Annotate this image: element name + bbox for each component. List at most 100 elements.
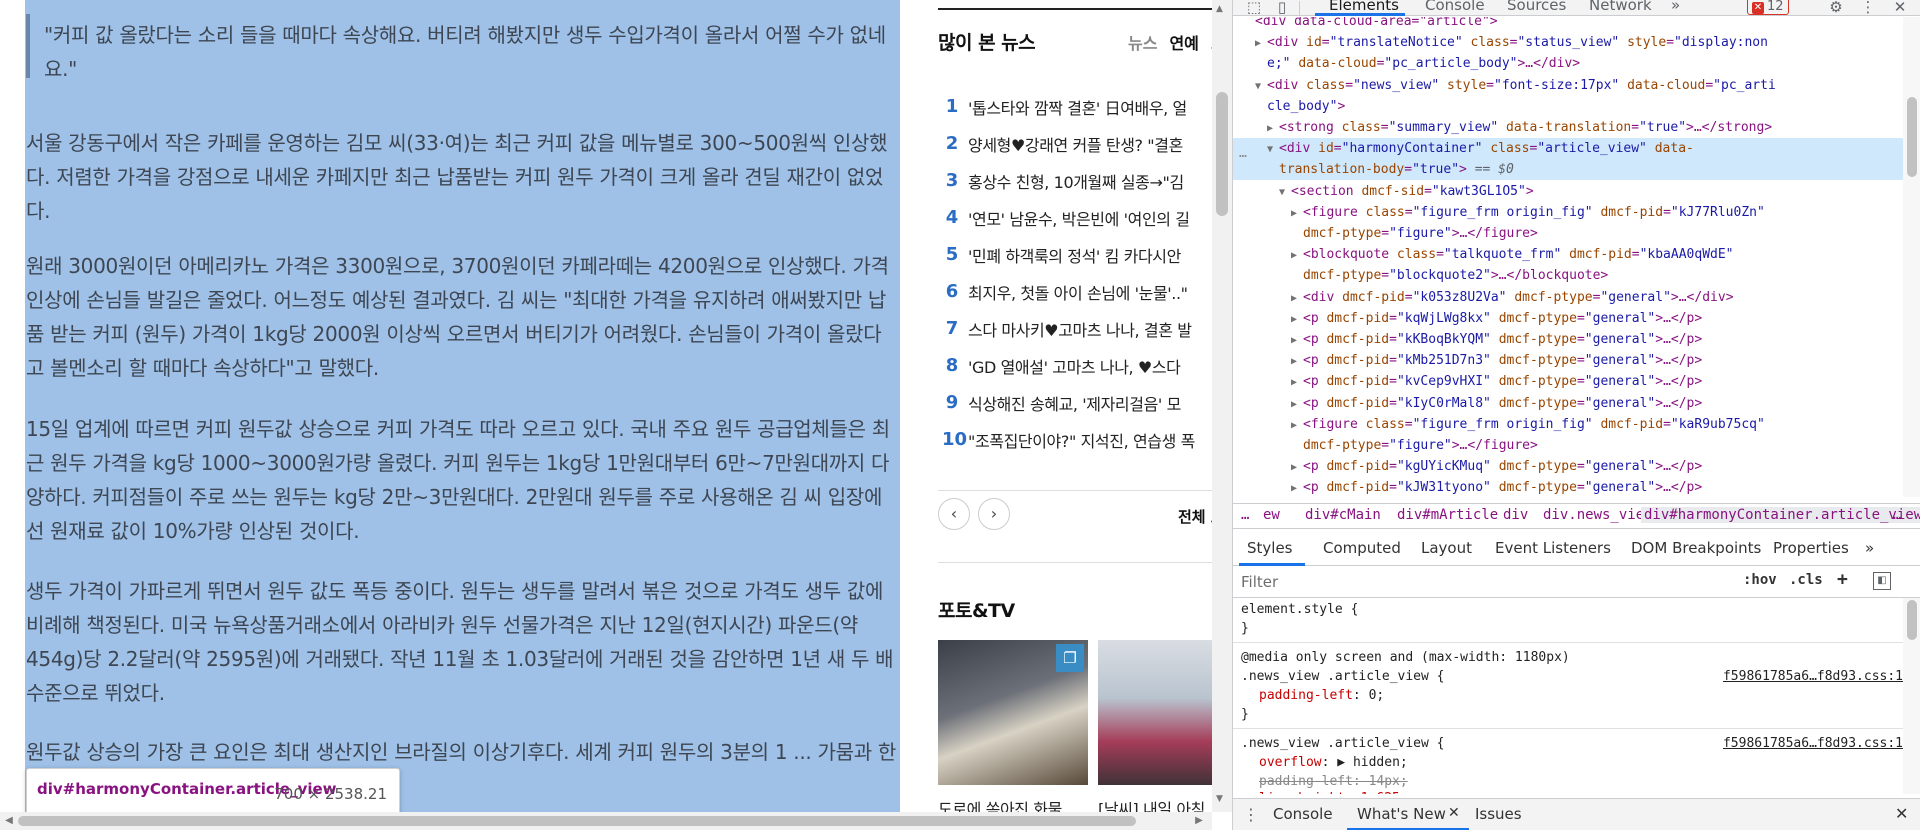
- dom-node-markup[interactable]: dmcf-ptype="blockquote2">…</blockquote>: [1303, 268, 1608, 283]
- class-toggle-button[interactable]: .cls: [1789, 572, 1823, 588]
- css-value[interactable]: hidden;: [1353, 755, 1408, 770]
- collapse-triangle-icon[interactable]: ▼: [1267, 139, 1279, 160]
- settings-gear-icon[interactable]: ⚙: [1825, 0, 1847, 16]
- page-horizontal-scrollbar[interactable]: ◀ ▶: [0, 812, 1212, 830]
- dom-node-markup[interactable]: <p dmcf-pid="kKBoqBkYQM" dmcf-ptype="gen…: [1303, 332, 1702, 347]
- scrollbar-thumb[interactable]: [1907, 97, 1917, 177]
- popular-news-item[interactable]: 2 양세형♥강래연 커플 탄생? "결혼: [938, 125, 1212, 162]
- breadcrumb-item-active[interactable]: div#harmonyContainer.article_view: [1641, 507, 1920, 523]
- expand-triangle-icon[interactable]: ▶: [1291, 309, 1303, 330]
- expand-triangle-icon[interactable]: ▶: [1291, 203, 1303, 224]
- popular-news-item[interactable]: 8 'GD 열애설' 고마츠 나나, ♥스다: [938, 347, 1212, 384]
- device-toolbar-icon[interactable]: ▯: [1271, 0, 1293, 16]
- scroll-up-arrow-icon[interactable]: ▲: [1216, 4, 1223, 14]
- dom-node-markup[interactable]: <div id="harmonyContainer" class="articl…: [1279, 141, 1694, 156]
- dom-node-markup[interactable]: <blockquote class="talkquote_frm" dmcf-p…: [1303, 247, 1734, 262]
- page-vertical-scrollbar[interactable]: ▲ ▼: [1212, 0, 1232, 812]
- breadcrumb-item[interactable]: div.news_view: [1543, 507, 1653, 523]
- drawer-tab-whats-new[interactable]: What's New: [1357, 805, 1446, 823]
- popular-news-headline[interactable]: 식상해진 송혜교, '제자리걸음' 모: [968, 391, 1181, 415]
- dom-node[interactable]: ▶ <strong class="summary_view" data-trans…: [1233, 117, 1903, 138]
- popular-news-item[interactable]: 9 식상해진 송혜교, '제자리걸음' 모: [938, 384, 1212, 421]
- dom-node-ellipsis[interactable]: …: [1239, 146, 1247, 161]
- tab-styles[interactable]: Styles: [1247, 539, 1293, 557]
- tab-news[interactable]: 뉴스: [1128, 30, 1157, 54]
- tab-sources[interactable]: Sources: [1507, 0, 1566, 14]
- popular-news-item[interactable]: 7 스다 마사키♥고마츠 나나, 결혼 발: [938, 310, 1212, 347]
- pager-prev-button[interactable]: ‹: [938, 498, 970, 530]
- more-subtabs-icon[interactable]: »: [1865, 539, 1874, 557]
- dom-node[interactable]: ▶ <p dmcf-pid="kKBoqBkYQM" dmcf-ptype="ge…: [1233, 329, 1903, 350]
- css-value[interactable]: 0;: [1369, 688, 1385, 703]
- breadcrumb-item[interactable]: div#cMain: [1305, 507, 1381, 523]
- breadcrumb-overflow[interactable]: …: [1241, 507, 1249, 523]
- pager-next-button[interactable]: ›: [978, 498, 1010, 530]
- dom-node-markup[interactable]: translation-body="true"> == $0: [1279, 162, 1514, 177]
- stylesheet-source-link[interactable]: f59861785a6…f8d93.css:1: [1723, 667, 1903, 686]
- error-count-badge[interactable]: ✕ 12: [1747, 0, 1789, 15]
- expand-triangle-icon[interactable]: ▶: [1291, 394, 1303, 415]
- breadcrumb-item[interactable]: div#mArticle: [1397, 507, 1498, 523]
- close-drawer-icon[interactable]: ✕: [1895, 804, 1908, 823]
- dom-tree-scrollbar[interactable]: [1903, 17, 1920, 497]
- dom-node-markup[interactable]: <p dmcf-pid="kMb251D7n3" dmcf-ptype="gen…: [1303, 353, 1702, 368]
- css-declaration[interactable]: padding-left: 0;: [1259, 686, 1384, 705]
- dom-node-markup[interactable]: <div data-cloud-area="article">: [1255, 17, 1498, 29]
- dom-node[interactable]: ▶ <p dmcf-pid="kJW31tyono" dmcf-ptype="ge…: [1233, 477, 1903, 497]
- dom-node-markup[interactable]: <p dmcf-pid="kgUYicKMuq" dmcf-ptype="gen…: [1303, 459, 1702, 474]
- expand-triangle-icon[interactable]: ▶: [1291, 457, 1303, 478]
- photo-thumbnail[interactable]: ❐: [938, 640, 1088, 785]
- popular-news-headline[interactable]: 양세형♥강래연 커플 탄생? "결혼: [968, 132, 1183, 156]
- styles-pane-scrollbar[interactable]: [1903, 598, 1920, 794]
- dom-node[interactable]: <div data-cloud-area="article">: [1233, 17, 1903, 32]
- popular-news-headline[interactable]: '톱스타와 깜짝 결혼' 日여배우, 얼: [968, 95, 1187, 119]
- popular-news-item[interactable]: 10 "조폭집단이야?" 지석진, 연습생 폭: [938, 421, 1212, 458]
- dom-node-markup[interactable]: <div id="translateNotice" class="status_…: [1267, 35, 1768, 50]
- tab-dom-breakpoints[interactable]: DOM Breakpoints: [1631, 539, 1761, 557]
- collapse-triangle-icon[interactable]: ▼: [1279, 182, 1291, 203]
- rule-selector[interactable]: .news_view .article_view {: [1241, 734, 1445, 753]
- drawer-tab-console[interactable]: Console: [1273, 805, 1333, 823]
- dom-node-markup[interactable]: cle_body">: [1267, 99, 1345, 114]
- popular-news-headline[interactable]: "조폭집단이야?" 지석진, 연습생 폭: [968, 428, 1195, 452]
- tab-elements[interactable]: Elements: [1329, 0, 1399, 14]
- dom-node[interactable]: cle_body">: [1233, 96, 1903, 117]
- css-property[interactable]: overflow: [1259, 755, 1322, 770]
- expand-triangle-icon[interactable]: ▶: [1255, 33, 1267, 54]
- popular-news-headline[interactable]: 홍상수 친형, 10개월째 실종→"김: [968, 169, 1184, 193]
- dom-node[interactable]: ▶ <figure class="figure_frm origin_fig" d…: [1233, 414, 1903, 435]
- expand-arrow-icon[interactable]: ▶: [1337, 755, 1353, 770]
- toggle-computed-sidebar-icon[interactable]: ◧: [1873, 572, 1891, 590]
- popular-news-item[interactable]: 6 최지우, 첫돌 아이 손님에 '눈물'..": [938, 273, 1212, 310]
- scrollbar-thumb[interactable]: [1907, 600, 1917, 640]
- scrollbar-thumb[interactable]: [1216, 92, 1228, 216]
- photo-caption[interactable]: 도로에 쏟아진 화물: [938, 796, 1062, 812]
- hover-state-button[interactable]: :hov: [1743, 572, 1777, 588]
- expand-triangle-icon[interactable]: ▶: [1291, 330, 1303, 351]
- dom-node-markup[interactable]: <p dmcf-pid="kvCep9vHXI" dmcf-ptype="gen…: [1303, 374, 1702, 389]
- breadcrumb-item[interactable]: div: [1503, 507, 1528, 523]
- dom-node-markup[interactable]: <div dmcf-pid="k053z8U2Va" dmcf-ptype="g…: [1303, 290, 1734, 305]
- drawer-tab-issues[interactable]: Issues: [1475, 805, 1522, 823]
- dom-node-markup[interactable]: <div class="news_view" style="font-size:…: [1267, 78, 1776, 93]
- dom-node-markup[interactable]: dmcf-ptype="figure">…</figure>: [1303, 438, 1538, 453]
- dom-node-markup[interactable]: dmcf-ptype="figure">…</figure>: [1303, 226, 1538, 241]
- dom-node-selected[interactable]: ▼ <div id="harmonyContainer" class="artic…: [1233, 138, 1903, 160]
- dom-node-markup[interactable]: <p dmcf-pid="kJW31tyono" dmcf-ptype="gen…: [1303, 480, 1702, 495]
- popular-news-headline[interactable]: '민폐 하객룩의 정석' 킴 카다시안: [968, 243, 1181, 267]
- dom-node[interactable]: ▼ <div class="news_view" style="font-size…: [1233, 75, 1903, 96]
- dom-node[interactable]: dmcf-ptype="figure">…</figure>: [1233, 435, 1903, 456]
- popular-news-headline[interactable]: 스다 마사키♥고마츠 나나, 결혼 발: [968, 317, 1192, 341]
- dom-node-markup[interactable]: <figure class="figure_frm origin_fig" dm…: [1303, 417, 1765, 432]
- dom-node-markup[interactable]: <strong class="summary_view" data-transl…: [1279, 120, 1772, 135]
- photo-caption[interactable]: [날씨] 내일 아침: [1098, 796, 1205, 812]
- element-style-rule[interactable]: element.style {: [1241, 600, 1358, 619]
- dom-node[interactable]: ▶ <p dmcf-pid="kvCep9vHXI" dmcf-ptype="ge…: [1233, 371, 1903, 392]
- dom-node-markup[interactable]: e;" data-cloud="pc_article_body">…</div>: [1267, 56, 1580, 71]
- dom-node-markup[interactable]: <p dmcf-pid="kIyC0rMal8" dmcf-ptype="gen…: [1303, 396, 1702, 411]
- expand-triangle-icon[interactable]: ▶: [1291, 351, 1303, 372]
- tab-console[interactable]: Console: [1425, 0, 1485, 14]
- scroll-down-arrow-icon[interactable]: ▼: [1216, 794, 1223, 804]
- dom-node[interactable]: ▶ <blockquote class="talkquote_frm" dmcf-…: [1233, 244, 1903, 265]
- more-tabs-icon[interactable]: »: [1671, 0, 1680, 14]
